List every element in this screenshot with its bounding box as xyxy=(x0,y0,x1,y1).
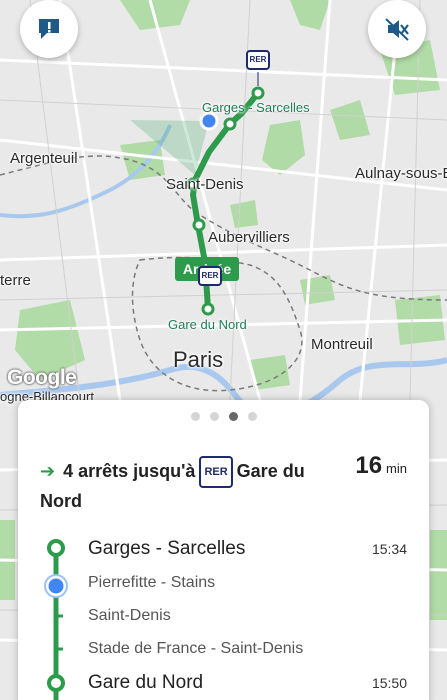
stop-time-departure: 15:34 xyxy=(371,541,407,557)
place-label-paris: Paris xyxy=(173,347,224,372)
stop-time-arrival: 15:50 xyxy=(371,675,407,691)
place-label-terre: terre xyxy=(0,272,31,289)
stop-gare-du-nord[interactable]: Gare du Nord xyxy=(88,672,203,694)
place-label-saint-denis: Saint-Denis xyxy=(166,176,244,193)
stop-pierrefitte-stains[interactable]: Pierrefitte - Stains xyxy=(88,574,215,592)
navigation-screen: Argenteuil Aulnay-sous-B Saint-Denis Aub… xyxy=(0,0,447,700)
report-button[interactable] xyxy=(20,0,78,58)
place-label-aulnay: Aulnay-sous-B xyxy=(355,165,447,182)
speaker-muted-icon xyxy=(385,18,409,41)
place-label-montreuil: Montreuil xyxy=(311,336,373,353)
stop-saint-denis[interactable]: Saint-Denis xyxy=(88,607,171,625)
stop-garges-sarcelles[interactable]: Garges - Sarcelles xyxy=(88,538,245,560)
place-label-argenteuil: Argenteuil xyxy=(10,150,78,167)
mute-button[interactable] xyxy=(368,0,426,58)
report-icon xyxy=(39,19,59,39)
rer-map-badge-arrival: RER xyxy=(198,266,222,286)
stop-stade-de-france[interactable]: Stade de France - Saint-Denis xyxy=(88,640,303,658)
trip-details-sheet[interactable]: ➔ 4 arrêts jusqu'à RER Gare du Nord 16 min G… xyxy=(18,400,429,700)
google-logo: Google xyxy=(7,366,77,389)
place-label-aubervilliers: Aubervilliers xyxy=(208,229,290,246)
rer-map-badge-top: RER xyxy=(246,50,270,70)
user-location-dot xyxy=(199,111,219,131)
station-label-garges: Garges - Sarcelles xyxy=(202,100,310,115)
station-label-gare-du-nord: Gare du Nord xyxy=(168,317,247,332)
